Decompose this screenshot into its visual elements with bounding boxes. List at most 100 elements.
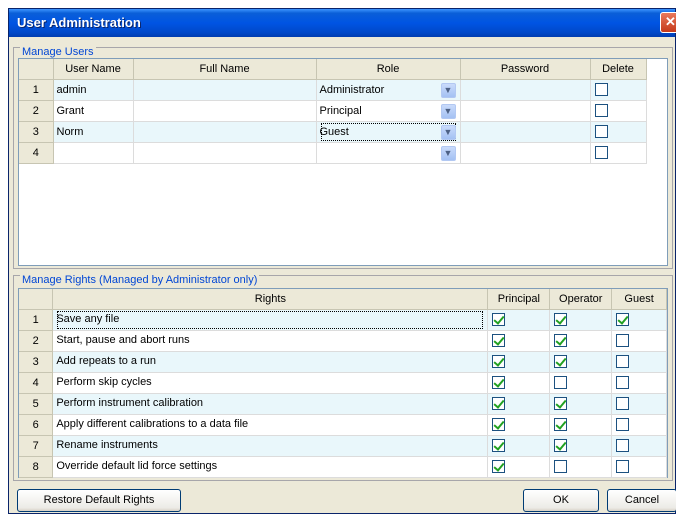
principal-checkbox[interactable] <box>492 397 506 410</box>
principal-checkbox[interactable] <box>492 376 506 389</box>
user-row: 2 Grant Principal ▼ <box>19 100 647 122</box>
row-number[interactable]: 2 <box>19 330 54 352</box>
principal-checkbox[interactable] <box>492 334 506 347</box>
operator-checkbox[interactable] <box>554 460 568 473</box>
guest-checkbox[interactable] <box>616 397 630 410</box>
delete-cell <box>590 79 647 101</box>
right-name-cell[interactable]: Perform instrument calibration <box>52 393 489 415</box>
row-number[interactable]: 7 <box>19 435 54 457</box>
role-dropdown[interactable]: Principal ▼ <box>316 100 461 122</box>
full-name-cell[interactable] <box>133 121 317 143</box>
column-header-user-name[interactable]: User Name <box>53 59 134 80</box>
title-bar[interactable]: User Administration ✕ <box>9 9 676 37</box>
right-name-cell[interactable]: Add repeats to a run <box>52 351 489 373</box>
row-number[interactable]: 6 <box>19 414 54 436</box>
row-number[interactable]: 5 <box>19 393 54 415</box>
restore-default-rights-button[interactable]: Restore Default Rights <box>17 489 181 512</box>
column-header-rights[interactable]: Rights <box>52 289 489 310</box>
guest-checkbox[interactable] <box>616 355 630 368</box>
password-cell[interactable] <box>460 142 591 164</box>
full-name-cell[interactable] <box>133 100 317 122</box>
rights-table: Rights Principal Operator Guest 1 Save an… <box>19 289 667 478</box>
right-row: 2 Start, pause and abort runs <box>19 330 667 352</box>
row-number[interactable]: 1 <box>19 309 54 331</box>
guest-checkbox[interactable] <box>616 460 630 473</box>
guest-cell <box>611 309 667 331</box>
guest-checkbox[interactable] <box>616 376 630 389</box>
password-cell[interactable] <box>460 121 591 143</box>
password-cell[interactable] <box>460 100 591 122</box>
row-number[interactable]: 8 <box>19 456 54 478</box>
right-name-cell[interactable]: Perform skip cycles <box>52 372 489 394</box>
column-header-full-name[interactable]: Full Name <box>133 59 317 80</box>
delete-checkbox[interactable] <box>594 83 608 96</box>
operator-checkbox[interactable] <box>554 418 568 431</box>
close-button[interactable]: ✕ <box>660 12 676 33</box>
delete-cell <box>590 100 647 122</box>
role-combo[interactable]: Principal ▼ <box>320 101 457 121</box>
principal-checkbox[interactable] <box>492 313 506 326</box>
column-header-password[interactable]: Password <box>460 59 591 80</box>
user-name-cell[interactable]: Grant <box>53 100 134 122</box>
column-header-delete[interactable]: Delete <box>590 59 647 80</box>
delete-checkbox[interactable] <box>594 104 608 117</box>
operator-checkbox[interactable] <box>554 334 568 347</box>
principal-checkbox[interactable] <box>492 460 506 473</box>
user-name-cell[interactable]: Norm <box>53 121 134 143</box>
delete-checkbox[interactable] <box>594 146 608 159</box>
password-cell[interactable] <box>460 79 591 101</box>
guest-checkbox[interactable] <box>616 313 630 326</box>
column-header-guest[interactable]: Guest <box>611 289 667 310</box>
ok-button[interactable]: OK <box>523 489 599 512</box>
row-number[interactable]: 3 <box>19 121 54 143</box>
right-name-cell[interactable]: Override default lid force settings <box>52 456 489 478</box>
operator-checkbox[interactable] <box>554 355 568 368</box>
right-name-cell[interactable]: Save any file <box>52 309 489 331</box>
chevron-down-icon[interactable]: ▼ <box>440 103 456 119</box>
role-combo[interactable]: ▼ <box>320 143 457 163</box>
principal-checkbox[interactable] <box>492 355 506 368</box>
full-name-cell[interactable] <box>133 142 317 164</box>
right-row: 7 Rename instruments <box>19 435 667 457</box>
right-name-cell[interactable]: Start, pause and abort runs <box>52 330 489 352</box>
guest-cell <box>611 372 667 394</box>
guest-checkbox[interactable] <box>616 418 630 431</box>
right-label: Perform instrument calibration <box>56 396 204 409</box>
user-name-cell[interactable] <box>53 142 134 164</box>
role-combo[interactable]: Administrator ▼ <box>320 80 457 100</box>
row-number[interactable]: 4 <box>19 142 54 164</box>
operator-checkbox[interactable] <box>554 397 568 410</box>
manage-users-group: Manage Users User Name Full Name Role Pa… <box>13 46 673 269</box>
users-corner-header <box>19 59 54 80</box>
column-header-role[interactable]: Role <box>316 59 461 80</box>
role-combo[interactable]: Guest ▼ <box>320 122 457 142</box>
cancel-button[interactable]: Cancel <box>607 489 676 512</box>
full-name-cell[interactable] <box>133 79 317 101</box>
column-header-principal[interactable]: Principal <box>487 289 551 310</box>
chevron-down-icon[interactable]: ▼ <box>440 82 456 98</box>
operator-checkbox[interactable] <box>554 376 568 389</box>
chevron-down-icon[interactable]: ▼ <box>440 145 456 161</box>
role-dropdown[interactable]: Guest ▼ <box>316 121 461 143</box>
row-number[interactable]: 1 <box>19 79 54 101</box>
principal-checkbox[interactable] <box>492 418 506 431</box>
guest-checkbox[interactable] <box>616 439 630 452</box>
operator-checkbox[interactable] <box>554 313 568 326</box>
right-name-cell[interactable]: Apply different calibrations to a data f… <box>52 414 489 436</box>
guest-checkbox[interactable] <box>616 334 630 347</box>
operator-checkbox[interactable] <box>554 439 568 452</box>
row-number[interactable]: 4 <box>19 372 54 394</box>
principal-checkbox[interactable] <box>492 439 506 452</box>
column-header-operator[interactable]: Operator <box>549 289 613 310</box>
guest-cell <box>611 393 667 415</box>
delete-checkbox[interactable] <box>594 125 608 138</box>
right-label: Rename instruments <box>56 438 158 451</box>
row-number[interactable]: 3 <box>19 351 54 373</box>
right-label: Apply different calibrations to a data f… <box>56 417 249 430</box>
user-name-cell[interactable]: admin <box>53 79 134 101</box>
right-name-cell[interactable]: Rename instruments <box>52 435 489 457</box>
role-dropdown[interactable]: Administrator ▼ <box>316 79 461 101</box>
chevron-down-icon[interactable]: ▼ <box>440 124 456 140</box>
row-number[interactable]: 2 <box>19 100 54 122</box>
role-dropdown[interactable]: ▼ <box>316 142 461 164</box>
